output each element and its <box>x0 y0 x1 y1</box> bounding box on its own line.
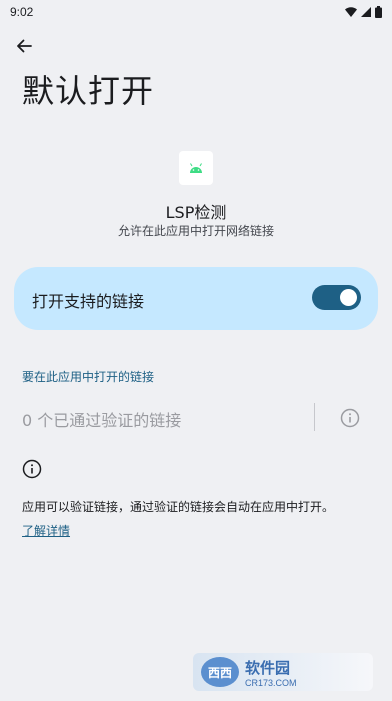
wifi-icon <box>345 7 357 17</box>
toggle-label: 打开支持的链接 <box>32 292 145 311</box>
back-button[interactable] <box>10 32 38 60</box>
info-icon <box>22 459 42 479</box>
learn-more-link[interactable]: 了解详情 <box>22 522 70 539</box>
watermark: 西西 软件园 CR173.COM <box>193 653 373 691</box>
app-icon <box>179 151 213 185</box>
back-arrow-icon <box>17 39 32 53</box>
signal-icon <box>361 7 371 17</box>
watermark-text: 软件园 CR173.COM <box>245 657 297 688</box>
footer-info-icon-wrap <box>22 459 42 479</box>
watermark-brand: 西西 <box>207 665 232 680</box>
app-subtitle: 允许在此应用中打开网络链接 <box>117 224 274 238</box>
open-supported-links-toggle-card[interactable]: 打开支持的链接 <box>14 267 378 330</box>
battery-icon <box>375 6 382 18</box>
row-divider <box>314 403 315 431</box>
page-title: 默认打开 <box>22 72 155 110</box>
watermark-logo: 西西 <box>201 657 239 687</box>
status-icons <box>345 6 382 18</box>
footer-description: 应用可以验证链接，通过验证的链接会自动在应用中打开。 <box>22 500 335 514</box>
links-section-header: 要在此应用中打开的链接 <box>22 370 155 384</box>
info-icon <box>340 408 360 428</box>
verified-links-row: 0 个已通过验证的链接 <box>22 411 182 430</box>
status-bar: 9:02 <box>0 0 392 24</box>
android-icon <box>190 163 202 173</box>
verified-links-info-button[interactable] <box>339 407 361 429</box>
open-supported-links-switch[interactable] <box>312 285 361 310</box>
watermark-site: CR173.COM <box>245 677 297 688</box>
app-name: LSP检测 <box>165 203 227 222</box>
switch-thumb <box>340 289 357 306</box>
watermark-tag: 软件园 <box>245 658 291 677</box>
status-time: 9:02 <box>10 5 34 19</box>
